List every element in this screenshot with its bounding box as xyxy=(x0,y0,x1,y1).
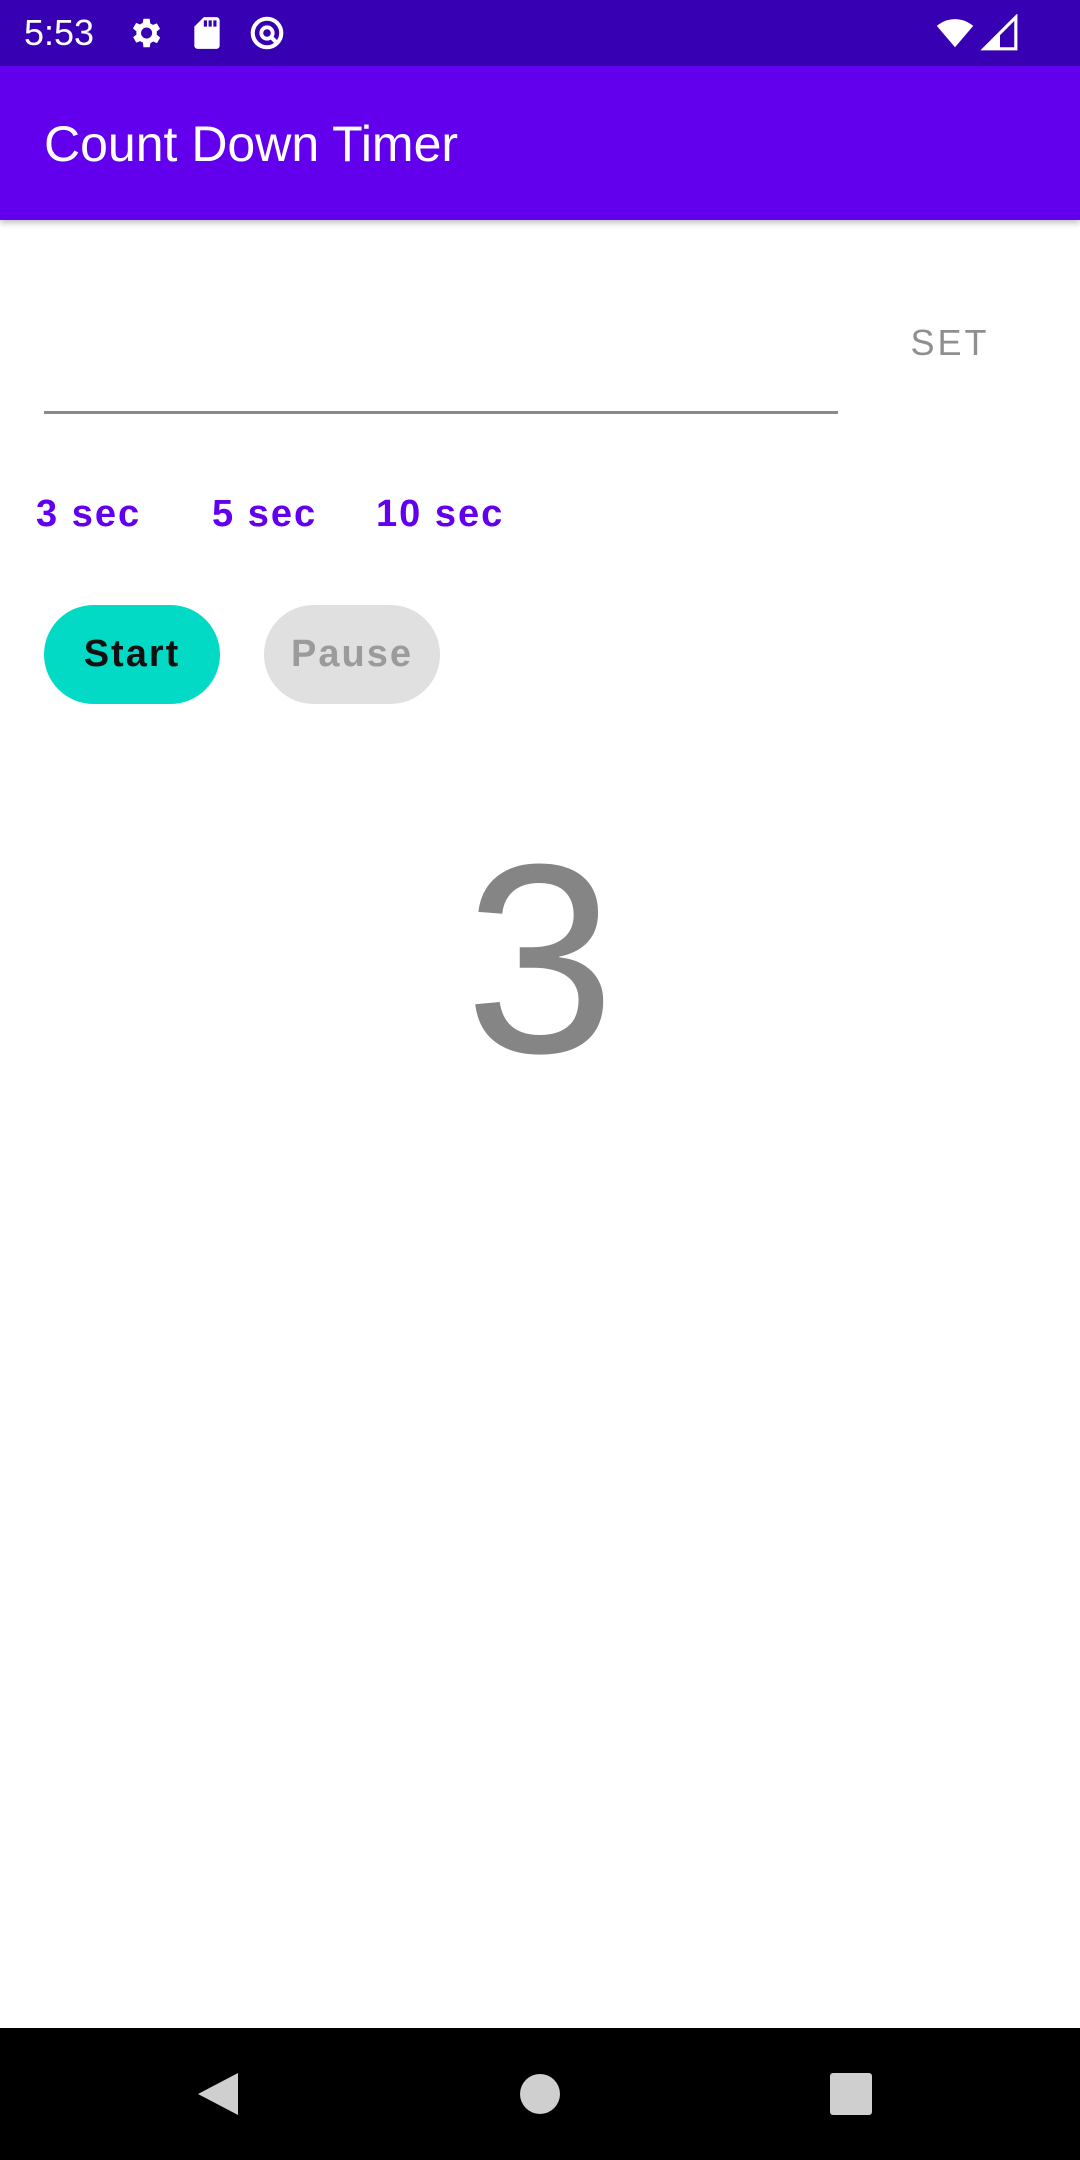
countdown-display: 3 xyxy=(464,809,616,1110)
navigation-bar xyxy=(0,2028,1080,2160)
home-icon[interactable] xyxy=(500,2054,580,2134)
cell-signal-icon xyxy=(980,13,1018,52)
back-icon[interactable] xyxy=(186,2054,266,2134)
wifi-icon xyxy=(935,14,974,52)
vpn-key-icon xyxy=(248,14,286,52)
app-title: Count Down Timer xyxy=(44,116,459,172)
preset-3-sec-button[interactable]: 3 sec xyxy=(36,484,141,544)
sd-card-icon xyxy=(188,14,226,52)
preset-10-sec-button[interactable]: 10 sec xyxy=(376,484,504,544)
recents-icon[interactable] xyxy=(811,2054,891,2134)
timer-input[interactable] xyxy=(44,290,838,414)
status-bar: 5:53 xyxy=(0,0,1080,66)
pause-button[interactable]: Pause xyxy=(264,605,440,704)
gear-icon xyxy=(126,14,164,52)
app-bar: Count Down Timer xyxy=(0,66,1080,220)
preset-5-sec-button[interactable]: 5 sec xyxy=(212,484,317,544)
set-button[interactable]: SET xyxy=(880,300,1020,386)
start-button[interactable]: Start xyxy=(44,605,220,704)
status-time: 5:53 xyxy=(24,12,95,53)
